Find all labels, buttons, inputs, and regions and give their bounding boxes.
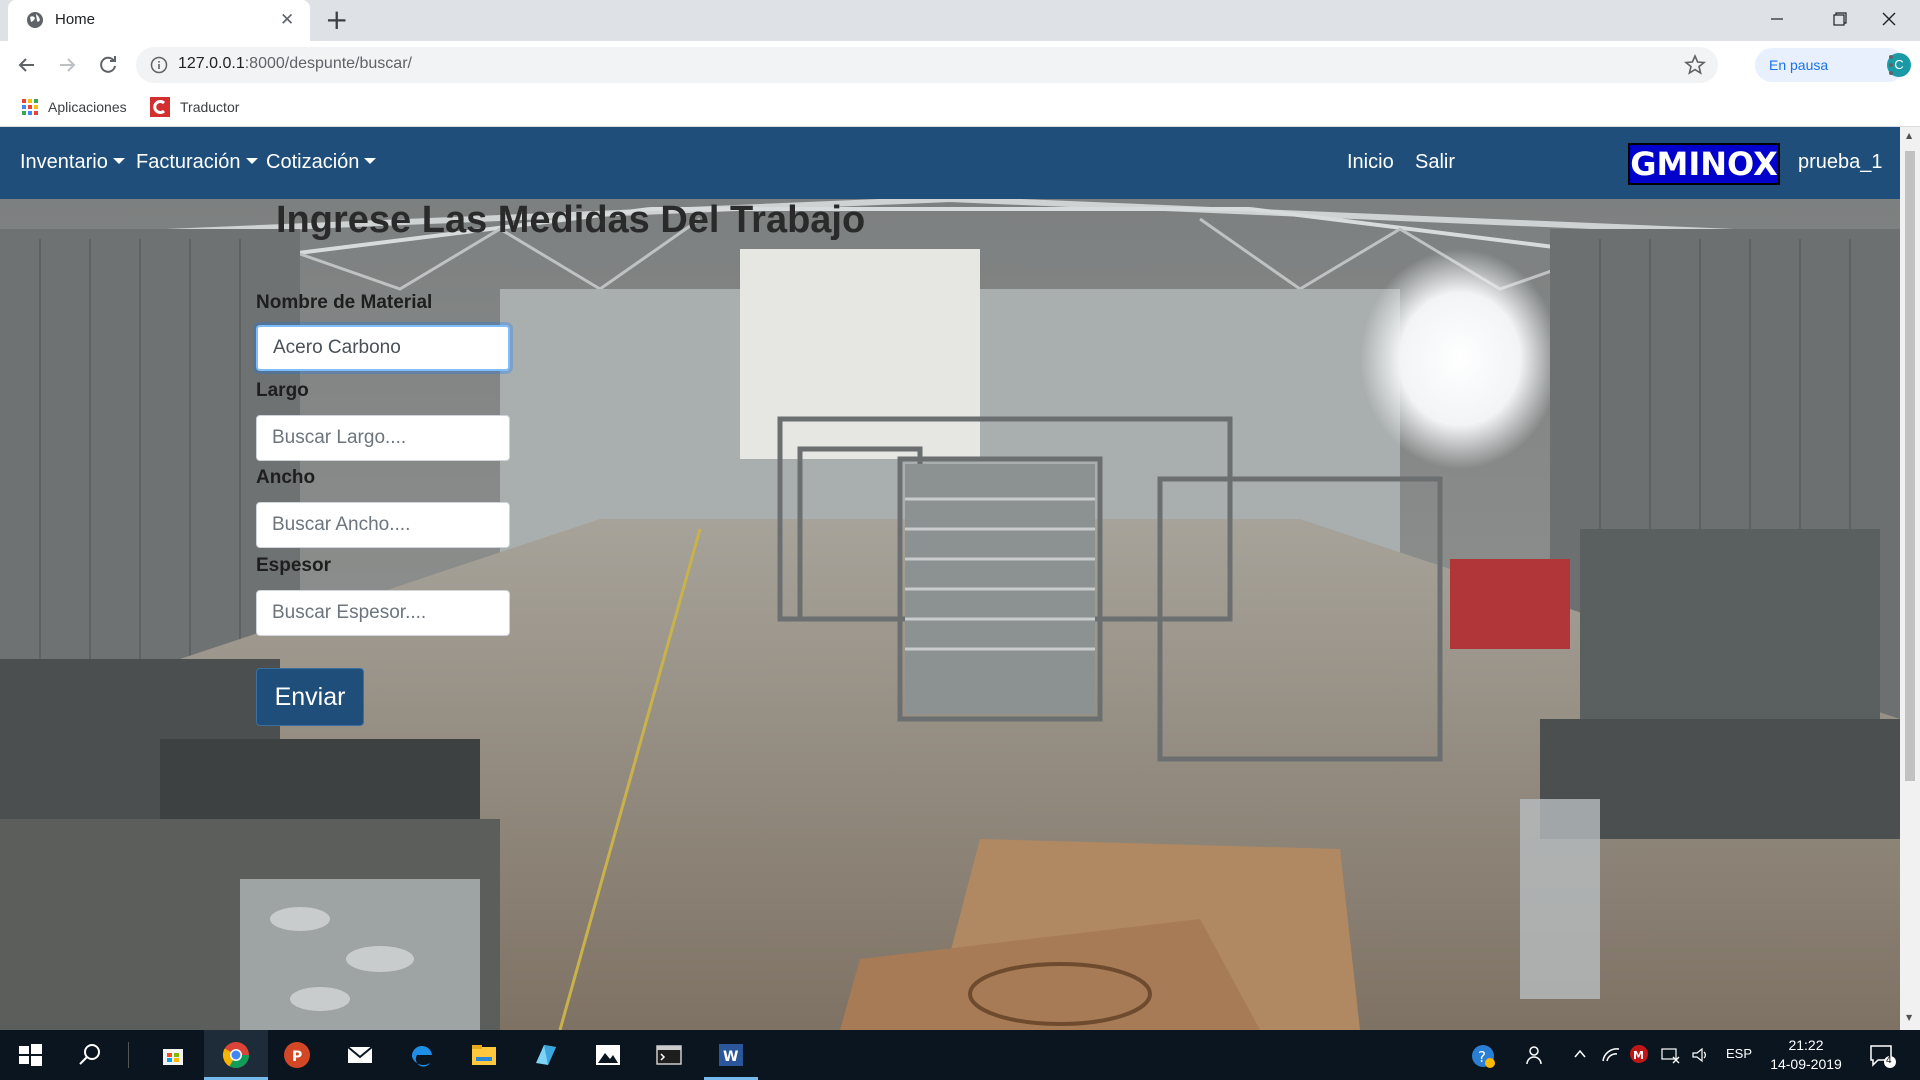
bookmark-label: Traductor	[180, 99, 240, 115]
ancho-label: Ancho	[256, 467, 316, 488]
menu-facturacion[interactable]: Facturación	[136, 150, 258, 174]
bookmarks-bar: Aplicaciones Traductor	[0, 89, 1920, 127]
bookmark-star-icon[interactable]	[1683, 53, 1707, 77]
material-label: Nombre de Material	[256, 292, 433, 313]
espesor-label: Espesor	[256, 555, 331, 576]
submit-button[interactable]: Enviar	[256, 668, 364, 726]
largo-input[interactable]	[256, 415, 510, 461]
menu-cotizacion[interactable]: Cotización	[266, 150, 377, 174]
caret-down-icon	[245, 158, 258, 164]
more-vert-icon[interactable]	[1888, 54, 1894, 76]
caret-down-icon	[364, 158, 377, 164]
menu-inventario[interactable]: Inventario	[20, 150, 125, 174]
caret-down-icon	[112, 158, 125, 164]
largo-label: Largo	[256, 380, 309, 401]
profile-paused-button[interactable]: En pausa C	[1755, 48, 1911, 82]
people-icon[interactable]	[1525, 1044, 1547, 1066]
scroll-down-icon[interactable]: ▼	[1906, 1013, 1912, 1022]
translator-icon	[150, 97, 170, 117]
network-icon[interactable]	[1660, 1045, 1680, 1065]
tab-home[interactable]: Home ✕	[8, 0, 310, 41]
antivirus-icon[interactable]: M	[1629, 1044, 1649, 1064]
new-tab-button[interactable]: +	[325, 4, 348, 36]
clock[interactable]: 21:22 14-09-2019	[1766, 1036, 1846, 1074]
svg-text:M: M	[1633, 1049, 1644, 1062]
app-icon[interactable]	[530, 1039, 562, 1071]
chrome-icon[interactable]	[220, 1039, 252, 1071]
profile-status-text: En pausa	[1769, 57, 1829, 73]
bookmark-traductor[interactable]: Traductor	[150, 97, 240, 117]
apps-grid-icon	[22, 99, 38, 115]
mail-icon[interactable]	[344, 1039, 376, 1071]
bookmark-aplicaciones[interactable]: Aplicaciones	[22, 97, 127, 117]
language-indicator[interactable]: ESP	[1726, 1046, 1752, 1061]
store-icon[interactable]	[157, 1039, 189, 1071]
close-window-icon[interactable]	[1858, 0, 1920, 41]
close-tab-icon[interactable]: ✕	[280, 10, 294, 30]
url-text[interactable]: 127.0.0.1:8000/despunte/buscar/	[178, 55, 412, 73]
ancho-input[interactable]	[256, 502, 510, 548]
volume-icon[interactable]	[1690, 1045, 1710, 1065]
help-icon[interactable]: ?	[1470, 1043, 1496, 1069]
terminal-icon[interactable]	[653, 1039, 685, 1071]
info-icon[interactable]	[150, 56, 168, 74]
photos-icon[interactable]	[592, 1039, 624, 1071]
reload-icon[interactable]	[95, 52, 121, 78]
taskbar-divider	[128, 1042, 129, 1068]
material-input[interactable]	[256, 325, 510, 371]
search-icon[interactable]	[74, 1039, 106, 1071]
windows-taskbar: P W ? M ESP 21:22 14-09-2019 4	[0, 1030, 1920, 1080]
scroll-thumb[interactable]	[1905, 151, 1915, 781]
address-bar[interactable]: 127.0.0.1:8000/despunte/buscar/	[136, 47, 1718, 83]
username: prueba_1	[1798, 151, 1883, 173]
page-title: Ingrese Las Medidas Del Trabajo	[276, 199, 866, 241]
svg-text:P: P	[292, 1049, 302, 1065]
svg-text:?: ?	[1478, 1048, 1486, 1066]
clock-time: 21:22	[1788, 1037, 1824, 1053]
windows-start-icon[interactable]	[14, 1039, 46, 1071]
brand-logo[interactable]: GMINOX	[1628, 143, 1780, 185]
link-inicio[interactable]: Inicio	[1347, 150, 1394, 174]
link-salir[interactable]: Salir	[1415, 150, 1455, 174]
bookmark-label: Aplicaciones	[48, 99, 127, 115]
top-navbar: Inventario Facturación Cotización Inicio…	[0, 127, 1900, 199]
page-viewport: Inventario Facturación Cotización Inicio…	[0, 127, 1920, 1030]
edge-icon[interactable]	[406, 1039, 438, 1071]
minimize-icon[interactable]	[1746, 0, 1808, 41]
clock-date: 14-09-2019	[1770, 1056, 1842, 1072]
svg-text:W: W	[723, 1049, 738, 1065]
scroll-up-icon[interactable]: ▲	[1906, 131, 1912, 140]
espesor-input[interactable]	[256, 590, 510, 636]
notification-count: 4	[1886, 1055, 1892, 1066]
powerpoint-icon[interactable]: P	[281, 1039, 313, 1071]
tab-title: Home	[55, 11, 96, 28]
wifi-icon[interactable]	[1601, 1045, 1621, 1065]
page-scrollbar[interactable]: ▲ ▼	[1900, 127, 1920, 1030]
forward-arrow-icon[interactable]	[54, 52, 80, 78]
file-explorer-icon[interactable]	[468, 1039, 500, 1071]
chevron-up-icon[interactable]	[1572, 1046, 1588, 1062]
word-icon[interactable]: W	[715, 1039, 747, 1071]
globe-icon	[27, 12, 43, 28]
browser-toolbar: 127.0.0.1:8000/despunte/buscar/ En pausa…	[0, 41, 1920, 89]
back-arrow-icon[interactable]	[14, 52, 40, 78]
tab-strip: Home ✕ +	[0, 0, 1920, 41]
